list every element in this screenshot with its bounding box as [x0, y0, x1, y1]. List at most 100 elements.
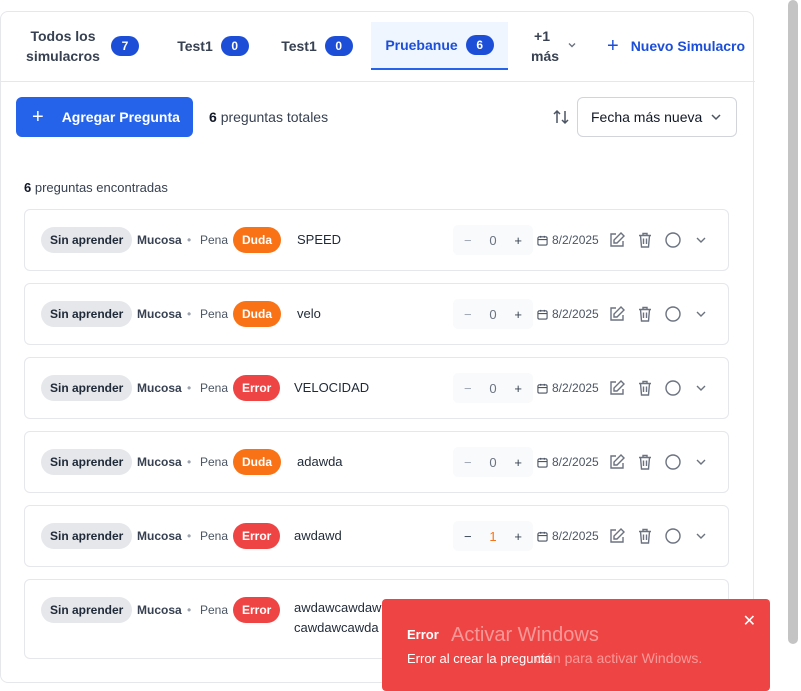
separator-dot: •	[187, 529, 192, 543]
topic-label: Pena	[200, 307, 229, 321]
date-text: 8/2/2025	[552, 233, 599, 247]
topic-label: Pena	[200, 455, 229, 469]
subject-label: Mucosa	[137, 381, 182, 395]
tab-pruebanue[interactable]: Pruebanue 6	[371, 22, 508, 70]
count-value: 0	[489, 454, 497, 470]
decrement-button[interactable]: −	[464, 381, 472, 396]
question-row[interactable]: Sin aprender Mucosa • Pena Error awdawd …	[24, 505, 729, 567]
new-simulation-label: Nuevo Simulacro	[630, 38, 746, 54]
mark-learned-circle-icon[interactable]	[664, 527, 682, 545]
sort-select[interactable]: Fecha más nueva	[577, 97, 737, 137]
status-badge[interactable]: Sin aprender	[41, 597, 133, 623]
increment-button[interactable]: +	[514, 455, 522, 470]
found-count: 6 preguntas encontradas	[24, 180, 168, 195]
topic-label: Pena	[200, 529, 229, 543]
separator-dot: •	[187, 307, 192, 321]
decrement-button[interactable]: −	[464, 529, 472, 544]
chevron-down-icon	[567, 40, 577, 53]
question-text: velo	[297, 306, 321, 321]
edit-icon[interactable]	[608, 527, 626, 545]
tab-count-badge: 7	[111, 36, 139, 56]
calendar-icon	[537, 309, 548, 320]
status-badge[interactable]: Sin aprender	[41, 301, 133, 327]
tab-more-dropdown[interactable]: +1 más	[523, 22, 585, 70]
increment-button[interactable]: +	[514, 381, 522, 396]
chevron-down-icon	[710, 110, 722, 126]
edit-icon[interactable]	[608, 453, 626, 471]
separator-dot: •	[187, 381, 192, 395]
count-stepper: − 0 +	[453, 373, 533, 403]
edit-icon[interactable]	[608, 305, 626, 323]
separator-dot: •	[187, 233, 192, 247]
tab-all-simulations[interactable]: Todos los simulacros 7	[17, 22, 145, 70]
trash-icon[interactable]	[636, 305, 654, 323]
add-question-button[interactable]: + Agregar Pregunta	[16, 97, 193, 137]
chevron-down-icon[interactable]	[692, 305, 710, 323]
edit-icon[interactable]	[608, 379, 626, 397]
count-stepper: − 0 +	[453, 447, 533, 477]
tab-label: Test1	[177, 38, 213, 54]
trash-icon[interactable]	[636, 379, 654, 397]
calendar-icon	[537, 383, 548, 394]
tab-count-badge: 0	[220, 36, 249, 56]
scrollbar[interactable]	[788, 0, 798, 644]
sort-order-icon[interactable]	[552, 108, 570, 128]
chevron-down-icon[interactable]	[692, 527, 710, 545]
type-badge: Error	[233, 375, 281, 401]
mark-learned-circle-icon[interactable]	[664, 379, 682, 397]
decrement-button[interactable]: −	[464, 233, 472, 248]
increment-button[interactable]: +	[514, 233, 522, 248]
toast-title: Error	[407, 627, 439, 642]
increment-button[interactable]: +	[514, 529, 522, 544]
date-text: 8/2/2025	[552, 307, 599, 321]
question-text: awdawcawdaw cawdawcawda	[294, 600, 382, 635]
status-badge[interactable]: Sin aprender	[41, 523, 133, 549]
mark-learned-circle-icon[interactable]	[664, 453, 682, 471]
trash-icon[interactable]	[636, 453, 654, 471]
chevron-down-icon[interactable]	[692, 453, 710, 471]
count-value: 0	[489, 232, 497, 248]
tab-test1-b[interactable]: Test1 0	[269, 22, 365, 70]
close-icon[interactable]: ✕	[743, 611, 756, 631]
type-badge: Error	[233, 523, 281, 549]
tab-test1-a[interactable]: Test1 0	[165, 22, 261, 70]
found-suffix: preguntas encontradas	[34, 180, 168, 195]
date-label: 8/2/2025	[537, 455, 599, 469]
question-row[interactable]: Sin aprender Mucosa • Pena Duda SPEED − …	[24, 209, 729, 271]
status-badge[interactable]: Sin aprender	[41, 375, 133, 401]
subject-label: Mucosa	[137, 603, 182, 617]
increment-button[interactable]: +	[514, 307, 522, 322]
type-badge: Error	[233, 597, 281, 623]
tab-count-badge: 0	[324, 36, 353, 56]
decrement-button[interactable]: −	[464, 455, 472, 470]
count-stepper: − 1 +	[453, 521, 533, 551]
total-suffix: preguntas totales	[220, 109, 329, 125]
trash-icon[interactable]	[636, 527, 654, 545]
tab-label: Todos los simulacros	[26, 28, 100, 64]
new-simulation-button[interactable]: + Nuevo Simulacro	[607, 35, 745, 57]
tab-label: +1 más	[531, 28, 560, 64]
status-badge[interactable]: Sin aprender	[41, 227, 133, 253]
separator-dot: •	[187, 455, 192, 469]
question-row[interactable]: Sin aprender Mucosa • Pena Error VELOCID…	[24, 357, 729, 419]
question-row[interactable]: Sin aprender Mucosa • Pena Duda velo − 0…	[24, 283, 729, 345]
date-text: 8/2/2025	[552, 529, 599, 543]
plus-icon: +	[607, 35, 619, 57]
total-count: 6	[209, 109, 217, 125]
chevron-down-icon[interactable]	[692, 231, 710, 249]
count-value: 0	[489, 380, 497, 396]
decrement-button[interactable]: −	[464, 307, 472, 322]
edit-icon[interactable]	[608, 231, 626, 249]
question-text: adawda	[297, 454, 343, 469]
status-badge[interactable]: Sin aprender	[41, 449, 133, 475]
topic-label: Pena	[200, 603, 229, 617]
chevron-down-icon[interactable]	[692, 379, 710, 397]
subject-label: Mucosa	[137, 307, 182, 321]
trash-icon[interactable]	[636, 231, 654, 249]
mark-learned-circle-icon[interactable]	[664, 305, 682, 323]
question-row[interactable]: Sin aprender Mucosa • Pena Duda adawda −…	[24, 431, 729, 493]
count-stepper: − 0 +	[453, 299, 533, 329]
count-value: 1	[489, 528, 497, 544]
sort-value: Fecha más nueva	[591, 109, 703, 125]
mark-learned-circle-icon[interactable]	[664, 231, 682, 249]
